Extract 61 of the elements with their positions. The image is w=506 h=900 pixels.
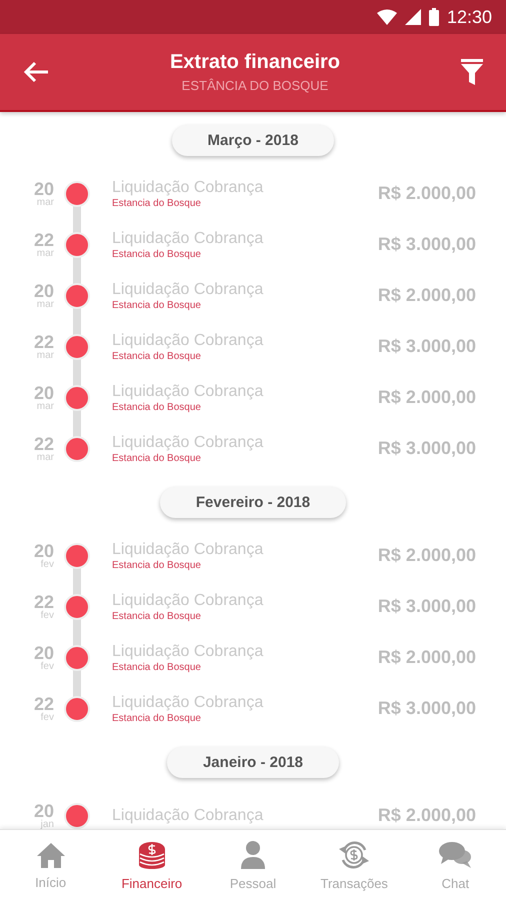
nav-tab[interactable]: Pessoal bbox=[202, 830, 304, 900]
nav-tab[interactable]: Início bbox=[0, 830, 102, 900]
entry-amount: R$ 2.000,00 bbox=[378, 805, 476, 826]
nav-tab[interactable]: Chat bbox=[404, 830, 506, 900]
screen-subtitle: ESTÂNCIA DO BOSQUE bbox=[182, 78, 328, 93]
entry-subtitle: Estancia do Bosque bbox=[112, 300, 202, 310]
home-icon bbox=[34, 840, 67, 868]
date-day: 22 bbox=[34, 592, 54, 610]
timeline-dot bbox=[64, 436, 90, 462]
person-icon bbox=[240, 840, 266, 870]
timeline-dot bbox=[64, 594, 90, 620]
screen-title: Extrato financeiro bbox=[170, 51, 340, 74]
nav-tab[interactable]: Transações bbox=[304, 830, 405, 900]
clock: 12:30 bbox=[446, 6, 492, 28]
entry-amount: R$ 3.000,00 bbox=[378, 698, 476, 719]
timeline-dot bbox=[64, 334, 90, 360]
entry-amount: R$ 2.000,00 bbox=[378, 647, 476, 668]
month-header: Março - 2018 bbox=[172, 124, 334, 156]
timeline-dot bbox=[64, 282, 90, 308]
entry-amount: R$ 2.000,00 bbox=[378, 545, 476, 566]
date-day: 22 bbox=[34, 434, 54, 452]
timeline-dot bbox=[64, 644, 90, 670]
entry-amount: R$ 2.000,00 bbox=[378, 183, 476, 204]
nav-tab[interactable]: Financeiro bbox=[101, 830, 202, 900]
month-header: Fevereiro - 2018 bbox=[160, 486, 346, 518]
timeline-dot bbox=[64, 180, 90, 206]
entry-subtitle: Estancia do Bosque bbox=[112, 350, 202, 362]
entry-amount: R$ 3.000,00 bbox=[378, 596, 476, 617]
date-day: 20 bbox=[34, 282, 54, 300]
entry-subtitle: Estancia do Bosque bbox=[112, 198, 202, 208]
date-day: 20 bbox=[34, 180, 54, 198]
month-header: Janeiro - 2018 bbox=[166, 746, 340, 778]
date-day: 20 bbox=[34, 384, 54, 402]
signal-icon bbox=[404, 9, 421, 25]
wifi-icon bbox=[376, 9, 397, 25]
entry-amount: R$ 3.000,00 bbox=[378, 438, 476, 459]
entry-amount: R$ 2.000,00 bbox=[378, 285, 476, 306]
entry-subtitle: Estancia do Bosque bbox=[112, 452, 202, 464]
entry-subtitle: Estancia do Bosque bbox=[112, 712, 202, 724]
battery-icon bbox=[428, 8, 439, 26]
entry-subtitle: Estancia do Bosque bbox=[112, 248, 202, 260]
date-day: 22 bbox=[34, 332, 54, 350]
date-day: 22 bbox=[34, 694, 54, 712]
date-day: 22 bbox=[34, 230, 54, 248]
timeline-dot bbox=[64, 696, 90, 722]
dollar-cycle-icon bbox=[337, 840, 372, 870]
coins-icon bbox=[136, 840, 167, 870]
date-day: 20 bbox=[34, 542, 54, 560]
entry-subtitle: Estancia do Bosque bbox=[112, 402, 202, 412]
entry-amount: R$ 3.000,00 bbox=[378, 336, 476, 357]
entry-subtitle: Estancia do Bosque bbox=[112, 610, 202, 622]
date-day: 20 bbox=[34, 644, 54, 662]
entry-subtitle: Estancia do Bosque bbox=[112, 560, 202, 570]
entry-amount: R$ 2.000,00 bbox=[378, 387, 476, 408]
chat-icon bbox=[438, 840, 472, 870]
entry-subtitle: Estancia do Bosque bbox=[112, 662, 202, 672]
timeline-dot bbox=[64, 232, 90, 258]
entry-amount: R$ 3.000,00 bbox=[378, 234, 476, 255]
timeline-dot bbox=[64, 542, 90, 568]
timeline-dot bbox=[64, 384, 90, 410]
date-day: 20 bbox=[34, 802, 54, 820]
